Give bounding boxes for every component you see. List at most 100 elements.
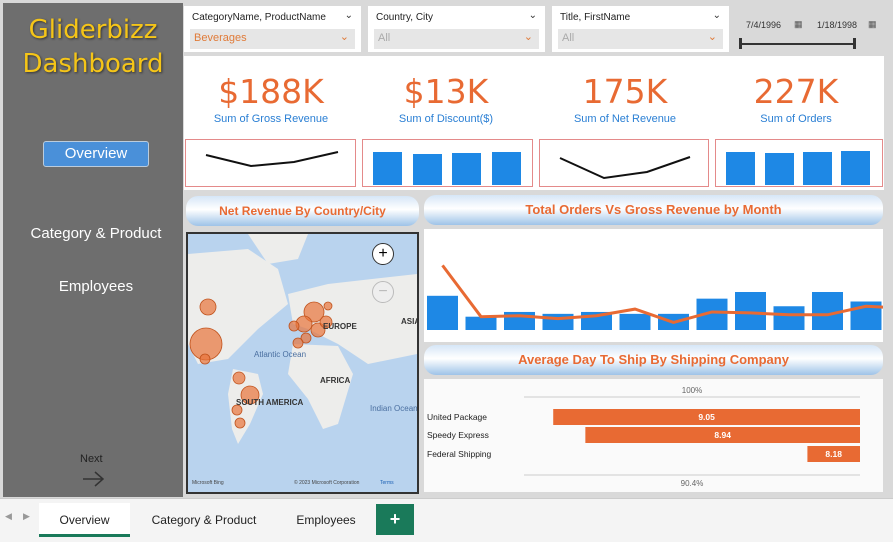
kpi-gross-revenue: $188K Sum of Gross Revenue (186, 72, 356, 125)
kpi-label: Sum of Discount($) (398, 113, 494, 125)
ship-category-label: United Package (427, 412, 487, 422)
kpi-label: Sum of Gross Revenue (213, 113, 329, 125)
tab-scroll-left-icon[interactable]: ◀ (5, 511, 12, 522)
kpi-label: Sum of Orders (760, 113, 832, 125)
date-end[interactable]: 1/18/1998 (817, 20, 857, 30)
calendar-icon[interactable]: ▦ (794, 19, 803, 30)
date-start[interactable]: 7/4/1996 (746, 20, 781, 30)
ship-category-label: Federal Shipping (427, 449, 492, 459)
chevron-down-icon[interactable]: ⌄ (713, 10, 721, 21)
map-credit-bing: Microsoft Bing (192, 480, 224, 486)
net-revenue-sparkline (539, 139, 709, 187)
map-label-africa: AFRICA (320, 376, 350, 385)
tab-overview[interactable]: Overview (39, 503, 130, 537)
slicer-title: Country, City (376, 12, 434, 23)
add-page-button[interactable]: + (376, 504, 414, 535)
spark-bar (413, 154, 442, 185)
chevron-down-icon: ⌄ (523, 31, 533, 43)
tab-category-product[interactable]: Category & Product (133, 503, 275, 537)
month-bar[interactable] (542, 313, 574, 330)
map-bubble[interactable] (234, 417, 246, 429)
ref-top-label: 100% (682, 386, 702, 395)
map-terms-link[interactable]: Terms (380, 480, 394, 486)
map-credit: © 2023 Microsoft Corporation (294, 479, 360, 486)
ship-chart-svg: 100% 90.4% United Package 9.05 Speedy Expr… (427, 386, 860, 488)
chevron-down-icon[interactable]: ⌄ (345, 10, 353, 21)
map-panel[interactable]: EUROPE ASIA AFRICA SOUTH AMERICA Atlanti… (186, 232, 420, 494)
tab-scroll-right-icon[interactable]: ▶ (23, 511, 30, 522)
chevron-down-icon: ⌄ (707, 31, 717, 43)
spark-bar (726, 152, 755, 185)
spark-bar (841, 151, 870, 185)
month-bar[interactable] (773, 306, 805, 330)
combo-chart[interactable] (424, 229, 893, 342)
employee-slicer[interactable]: Title, FirstName ⌄ All ⌄ (552, 6, 729, 52)
spark-bar (803, 152, 832, 185)
map-bubble[interactable] (199, 353, 211, 365)
discount-sparkbars (362, 139, 533, 187)
logo-line1: Gliderbizz (28, 15, 158, 45)
slicer-title: CategoryName, ProductName (192, 12, 326, 23)
kpi-value: $13K (403, 72, 489, 111)
overview-button[interactable]: Overview (43, 141, 149, 167)
map-bubble[interactable] (323, 301, 333, 311)
map-label-south-america: SOUTH AMERICA (236, 398, 303, 407)
tab-employees[interactable]: Employees (281, 503, 371, 537)
zoom-in-icon[interactable]: + (372, 243, 394, 265)
map-title: Net Revenue By Country/City (186, 196, 419, 226)
spark-bar (492, 152, 521, 185)
kpi-orders: 227K Sum of Orders (711, 72, 881, 125)
page-tab-bar: ◀ ▶ Overview Category & Product Employee… (0, 498, 893, 542)
kpi-label: Sum of Net Revenue (573, 113, 677, 125)
map-label-asia: ASIA (401, 317, 417, 326)
calendar-icon[interactable]: ▦ (868, 19, 877, 30)
slicer-dropdown[interactable]: All ⌄ (558, 29, 723, 49)
kpi-area: $188K Sum of Gross Revenue $13K Sum of Dis… (184, 56, 884, 190)
month-bar[interactable] (619, 313, 651, 330)
ship-chart[interactable]: 100% 90.4% United Package 9.05 Speedy Expr… (424, 379, 883, 492)
chevron-down-icon[interactable]: ⌄ (529, 10, 537, 21)
map-bubble[interactable] (199, 298, 217, 316)
category-slicer[interactable]: CategoryName, ProductName ⌄ Beverages ⌄ (184, 6, 361, 52)
month-bar[interactable] (427, 295, 458, 330)
employees-link[interactable]: Employees (3, 278, 189, 295)
map-label-europe: EUROPE (323, 322, 357, 331)
zoom-out-icon[interactable]: − (372, 281, 394, 303)
chevron-down-icon: ⌄ (339, 31, 349, 43)
world-map[interactable]: EUROPE ASIA AFRICA SOUTH AMERICA Atlanti… (188, 234, 420, 492)
date-range-track[interactable] (740, 43, 854, 45)
sparkline-line (559, 156, 691, 180)
map-bubble[interactable] (288, 320, 300, 332)
next-label: Next (80, 453, 103, 465)
logo-line2: Dashboard (22, 49, 164, 79)
map-label-indian: Indian Ocean (370, 404, 417, 413)
ship-value-label: 9.05 (698, 412, 715, 422)
map-bubble[interactable] (292, 337, 304, 349)
slicer-dropdown[interactable]: Beverages ⌄ (190, 29, 355, 49)
orders-sparkbars (715, 139, 883, 187)
date-slicer[interactable]: 7/4/1996 ▦ 1/18/1998 ▦ (734, 6, 884, 52)
ship-value-label: 8.18 (825, 449, 842, 459)
map-label-atlantic: Atlantic Ocean (254, 350, 306, 359)
slicer-value: All (562, 32, 575, 44)
next-arrow-icon[interactable] (81, 469, 107, 489)
slicer-value: All (378, 32, 391, 44)
spark-bar (765, 153, 794, 185)
slicer-value: Beverages (194, 32, 247, 44)
slicer-dropdown[interactable]: All ⌄ (374, 29, 539, 49)
map-bubble[interactable] (232, 371, 246, 385)
combo-chart-svg (427, 264, 893, 330)
category-product-link[interactable]: Category & Product (3, 225, 189, 242)
kpi-value: $188K (218, 72, 324, 111)
spark-bar (452, 153, 481, 185)
kpi-discount: $13K Sum of Discount($) (361, 72, 531, 125)
kpi-value: 175K (582, 72, 668, 111)
date-start-handle[interactable] (739, 38, 742, 49)
month-bar[interactable] (735, 292, 766, 330)
sparkline-line (205, 151, 339, 168)
date-end-handle[interactable] (853, 38, 856, 49)
ref-bottom-label: 90.4% (681, 479, 704, 488)
country-slicer[interactable]: Country, City ⌄ All ⌄ (368, 6, 545, 52)
month-bar[interactable] (465, 316, 497, 330)
combo-title: Total Orders Vs Gross Revenue by Month (424, 195, 883, 225)
